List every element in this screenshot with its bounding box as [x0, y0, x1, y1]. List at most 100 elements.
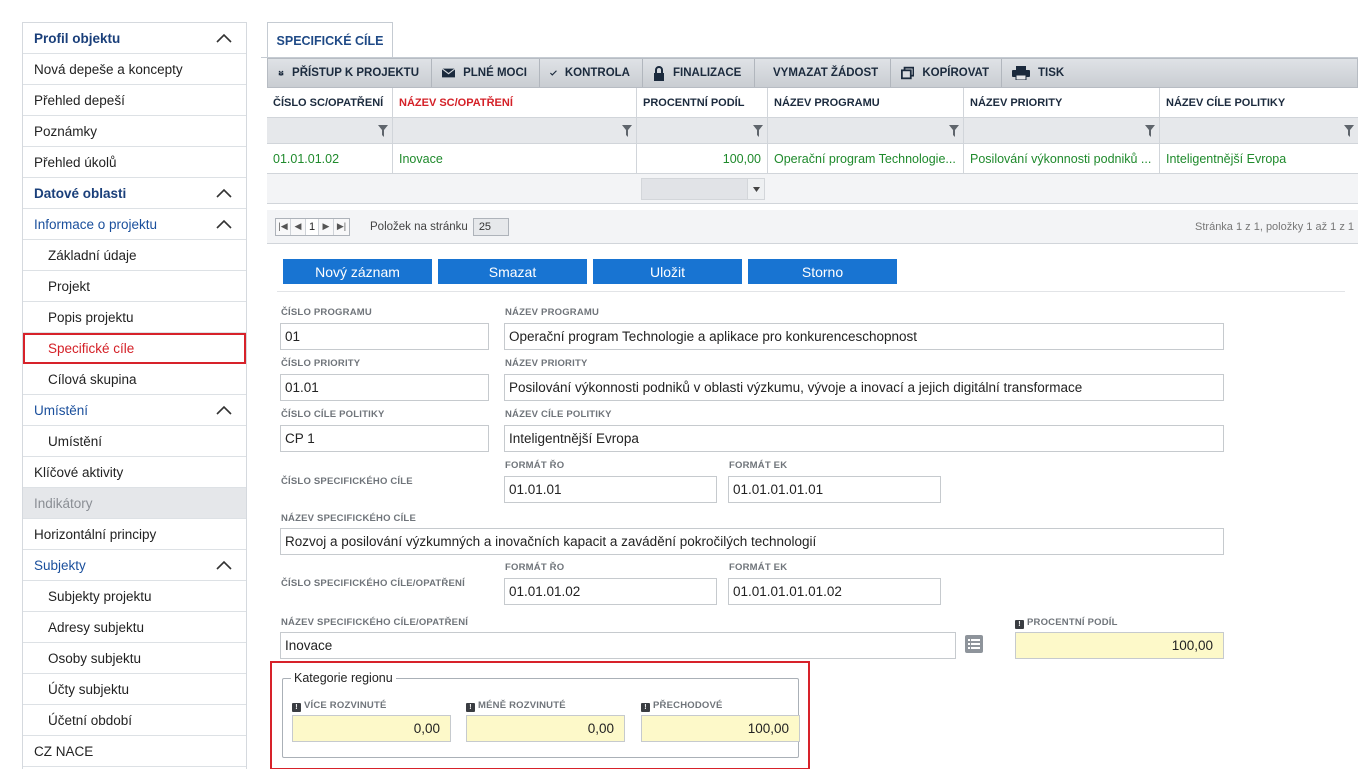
program-name-field[interactable]: Operační program Technologie a aplikace …	[504, 323, 1224, 350]
per-page-select[interactable]: 25	[472, 217, 509, 236]
sidebar-item-profil-objektu[interactable]: Profil objektu	[23, 23, 246, 54]
program-number-field[interactable]: 01	[280, 323, 489, 350]
sidebar-item-nova-depese-a-koncepty[interactable]: Nová depeše a koncepty	[23, 54, 246, 85]
specific-goal-ro-field[interactable]: 01.01.01	[504, 476, 717, 503]
sidebar-item-prehled-depesi[interactable]: Přehled depeší	[23, 85, 246, 116]
specific-goals-grid: ČÍSLO SC/OPATŘENÍ NÁZEV SC/OPATŘENÍ PROC…	[267, 88, 1358, 204]
last-page-icon[interactable]: ▶|	[334, 218, 349, 235]
filter-percent[interactable]	[637, 118, 768, 144]
more-developed-field[interactable]: 0,00	[292, 715, 451, 742]
funnel-icon[interactable]	[622, 125, 632, 137]
col-header-program[interactable]: NÁZEV PROGRAMU	[768, 88, 964, 118]
finalize-button[interactable]: FINALIZACE	[643, 59, 755, 87]
sidebar-item-osoby-subjektu[interactable]: Osoby subjektu	[23, 643, 246, 674]
sidebar-item-label: Cílová skupina	[48, 371, 137, 387]
col-header-percent[interactable]: PROCENTNÍ PODÍL	[637, 88, 768, 118]
specific-goal-number-label: ČÍSLO SPECIFICKÉHO CÍLE	[281, 476, 413, 487]
specific-goal-measure-name-field[interactable]: Inovace	[280, 632, 956, 659]
filter-sc-name[interactable]	[393, 118, 637, 144]
cancel-button[interactable]: Storno	[748, 259, 897, 284]
sidebar-item-datove-oblasti[interactable]: Datové oblasti	[23, 178, 246, 209]
sidebar-item-subjekty[interactable]: Subjekty	[23, 550, 246, 581]
chevron-up-icon[interactable]	[216, 32, 232, 44]
save-button[interactable]: Uložit	[593, 259, 742, 284]
sidebar-item-label: Indikátory	[34, 495, 93, 511]
col-header-sc-number[interactable]: ČÍSLO SC/OPATŘENÍ	[267, 88, 393, 118]
funnel-icon[interactable]	[1145, 125, 1155, 137]
percent-share-label-text: PROCENTNÍ PODÍL	[1027, 617, 1118, 628]
finalize-label: FINALIZACE	[673, 67, 742, 79]
priority-number-field[interactable]: 01.01	[280, 374, 489, 401]
cell-sc-number: 01.01.01.02	[267, 144, 393, 174]
aggregate-select[interactable]	[641, 178, 765, 200]
specific-goal-ek-field[interactable]: 01.01.01.01.01	[728, 476, 941, 503]
project-access-button[interactable]: PŘÍSTUP K PROJEKTU	[268, 59, 432, 87]
sidebar-item-ucty-subjektu[interactable]: Účty subjektu	[23, 674, 246, 705]
current-page[interactable]: 1	[306, 218, 319, 235]
less-developed-field[interactable]: 0,00	[466, 715, 625, 742]
specific-goal-name-field[interactable]: Rozvoj a posilování výzkumných a inovačn…	[280, 528, 1224, 555]
specific-goal-measure-ek-field[interactable]: 01.01.01.01.01.02	[728, 578, 941, 605]
delete-button[interactable]: Smazat	[438, 259, 587, 284]
copy-button[interactable]: KOPÍROVAT	[891, 59, 1002, 87]
delete-request-button[interactable]: VYMAZAT ŽÁDOST	[755, 59, 891, 87]
next-page-icon[interactable]: ▶	[319, 218, 334, 235]
funnel-icon[interactable]	[753, 125, 763, 137]
col-header-sc-name[interactable]: NÁZEV SC/OPATŘENÍ	[393, 88, 637, 118]
sidebar-item-label: Projekt	[48, 278, 91, 294]
policy-goal-name-field[interactable]: Inteligentnější Evropa	[504, 425, 1224, 452]
prev-page-icon[interactable]: ◀	[291, 218, 306, 235]
sidebar-item-label: Popis projektu	[48, 309, 134, 325]
sidebar-item-zakladni-udaje[interactable]: Základní údaje	[23, 240, 246, 271]
chevron-up-icon[interactable]	[216, 187, 232, 199]
sidebar-item-popis-projektu[interactable]: Popis projektu	[23, 302, 246, 333]
col-header-priority[interactable]: NÁZEV PRIORITY	[964, 88, 1160, 118]
filter-policy-goal[interactable]	[1160, 118, 1358, 144]
chevron-up-icon[interactable]	[216, 404, 232, 416]
sidebar-item-umisteni[interactable]: Umístění	[23, 395, 246, 426]
check-button[interactable]: KONTROLA	[540, 59, 643, 87]
funnel-icon[interactable]	[1344, 125, 1354, 137]
grid-header: ČÍSLO SC/OPATŘENÍ NÁZEV SC/OPATŘENÍ PROC…	[267, 88, 1358, 118]
format-ro-label-2: FORMÁT ŘO	[505, 562, 565, 573]
filter-sc-number[interactable]	[267, 118, 393, 144]
funnel-icon[interactable]	[378, 125, 388, 137]
people-icon	[278, 70, 284, 76]
sidebar-item-subjekty-projektu[interactable]: Subjekty projektu	[23, 581, 246, 612]
funnel-icon[interactable]	[949, 125, 959, 137]
chevron-down-icon[interactable]	[747, 179, 764, 199]
transition-field[interactable]: 100,00	[641, 715, 800, 742]
first-page-icon[interactable]: |◀	[276, 218, 291, 235]
sidebar-item-label: Nová depeše a koncepty	[34, 61, 183, 77]
sidebar-item-specificke-cile[interactable]: Specifické cíle	[23, 333, 246, 364]
sidebar-item-cz-nace[interactable]: CZ NACE	[23, 736, 246, 767]
sidebar-item-poznamky[interactable]: Poznámky	[23, 116, 246, 147]
col-header-policy-goal[interactable]: NÁZEV CÍLE POLITIKY	[1160, 88, 1358, 118]
specific-goal-measure-ro-field[interactable]: 01.01.01.02	[504, 578, 717, 605]
sidebar-item-label: Informace o projektu	[34, 216, 158, 232]
powers-of-attorney-button[interactable]: PLNÉ MOCI	[432, 59, 540, 87]
sidebar-item-ucetni-obdobi[interactable]: Účetní období	[23, 705, 246, 736]
percent-share-field[interactable]: 100,00	[1015, 632, 1224, 659]
list-icon[interactable]	[965, 635, 983, 653]
chevron-up-icon[interactable]	[216, 559, 232, 571]
sidebar-item-cilova-skupina[interactable]: Cílová skupina	[23, 364, 246, 395]
sidebar-item-informace-o-projektu[interactable]: Informace o projektu	[23, 209, 246, 240]
envelope-icon	[442, 68, 456, 78]
tab-specific-goals[interactable]: SPECIFICKÉ CÍLE	[267, 22, 393, 58]
policy-goal-number-field[interactable]: CP 1	[280, 425, 489, 452]
chevron-up-icon[interactable]	[216, 218, 232, 230]
sidebar-item-adresy-subjektu[interactable]: Adresy subjektu	[23, 612, 246, 643]
sidebar-item-umisteni[interactable]: Umístění	[23, 426, 246, 457]
sidebar-item-horizontalni-principy[interactable]: Horizontální principy	[23, 519, 246, 550]
priority-name-field[interactable]: Posilování výkonnosti podniků v oblasti …	[504, 374, 1224, 401]
table-row[interactable]: 01.01.01.02 Inovace 100,00 Operační prog…	[267, 144, 1358, 174]
filter-priority[interactable]	[964, 118, 1160, 144]
print-button[interactable]: TISK	[1002, 59, 1080, 87]
sidebar-item-klicove-aktivity[interactable]: Klíčové aktivity	[23, 457, 246, 488]
filter-program[interactable]	[768, 118, 964, 144]
sidebar-item-prehled-ukolu[interactable]: Přehled úkolů	[23, 147, 246, 178]
specific-goal-name-label: NÁZEV SPECIFICKÉHO CÍLE	[281, 513, 416, 524]
new-record-button[interactable]: Nový záznam	[283, 259, 432, 284]
sidebar-item-projekt[interactable]: Projekt	[23, 271, 246, 302]
